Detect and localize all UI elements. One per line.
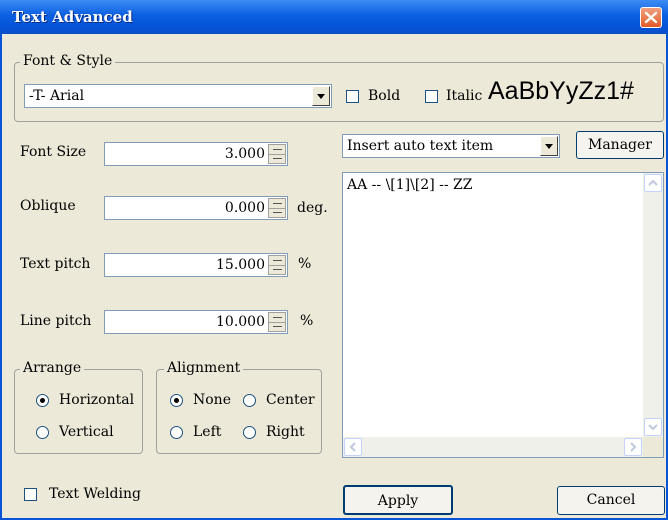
font-size-spinner[interactable]	[268, 144, 286, 164]
align-none-label: None	[193, 392, 231, 408]
align-left-label: Left	[193, 424, 222, 440]
apply-button-label: Apply	[377, 493, 419, 509]
text-pitch-label: Text pitch	[20, 256, 91, 272]
font-select-value: -T- Arial	[29, 88, 85, 104]
text-welding-checkbox[interactable]	[24, 488, 37, 501]
arrange-horizontal-label: Horizontal	[59, 392, 135, 408]
chevron-down-icon[interactable]	[312, 86, 330, 106]
scroll-left-button[interactable]	[344, 438, 362, 456]
align-left-radio[interactable]	[170, 426, 183, 439]
oblique-input[interactable]: 0.000	[104, 196, 288, 220]
chevron-up-icon	[648, 179, 658, 186]
font-size-label: Font Size	[20, 144, 87, 160]
text-content-value: AA -- \[1]\[2] -- ZZ	[347, 177, 473, 193]
line-pitch-input[interactable]: 10.000	[104, 310, 288, 334]
bold-label: Bold	[368, 88, 401, 104]
text-pitch-spinner[interactable]	[268, 255, 286, 275]
align-right-label: Right	[266, 424, 305, 440]
scroll-right-button[interactable]	[624, 438, 642, 456]
italic-label: Italic	[446, 88, 483, 104]
arrange-group	[14, 369, 143, 454]
font-sample-preview: AaBbYyZz1#	[488, 77, 634, 105]
oblique-unit: deg.	[297, 200, 328, 216]
oblique-label: Oblique	[20, 198, 76, 214]
manager-button[interactable]: Manager	[576, 131, 664, 159]
font-size-value: 3.000	[224, 146, 265, 162]
cancel-button-label: Cancel	[586, 492, 636, 508]
title-bar: Text Advanced	[0, 0, 668, 34]
auto-text-select[interactable]: Insert auto text item	[342, 134, 560, 158]
manager-button-label: Manager	[588, 137, 652, 153]
text-pitch-input[interactable]: 15.000	[104, 253, 288, 277]
line-pitch-spinner[interactable]	[268, 312, 286, 332]
line-pitch-unit: %	[300, 313, 314, 329]
auto-text-select-value: Insert auto text item	[347, 138, 494, 154]
apply-button[interactable]: Apply	[343, 485, 453, 515]
chevron-left-icon	[349, 442, 356, 452]
vertical-scrollbar[interactable]	[643, 173, 663, 437]
text-pitch-value: 15.000	[216, 257, 265, 273]
close-icon	[644, 11, 658, 24]
chevron-down-icon	[648, 424, 658, 431]
chevron-down-icon[interactable]	[540, 136, 558, 156]
cancel-button[interactable]: Cancel	[557, 486, 665, 515]
line-pitch-label: Line pitch	[20, 313, 92, 329]
font-size-input[interactable]: 3.000	[104, 142, 288, 166]
chevron-right-icon	[630, 442, 637, 452]
font-style-legend: Font & Style	[20, 53, 116, 69]
align-center-label: Center	[266, 392, 315, 408]
scroll-down-button[interactable]	[644, 418, 662, 436]
italic-checkbox[interactable]	[425, 90, 438, 103]
alignment-legend: Alignment	[164, 360, 244, 376]
text-content-area[interactable]: AA -- \[1]\[2] -- ZZ	[342, 172, 664, 458]
close-button[interactable]	[640, 7, 662, 28]
text-welding-label: Text Welding	[49, 486, 141, 502]
bold-checkbox[interactable]	[346, 90, 359, 103]
scroll-corner	[643, 437, 663, 457]
line-pitch-value: 10.000	[216, 314, 265, 330]
scroll-up-button[interactable]	[644, 174, 662, 192]
alignment-group	[156, 369, 322, 454]
arrange-vertical-label: Vertical	[59, 424, 114, 440]
arrange-horizontal-radio[interactable]	[36, 394, 49, 407]
align-right-radio[interactable]	[243, 426, 256, 439]
window-title: Text Advanced	[12, 8, 133, 26]
oblique-spinner[interactable]	[268, 198, 286, 218]
oblique-value: 0.000	[224, 200, 265, 216]
arrange-legend: Arrange	[20, 360, 85, 376]
text-pitch-unit: %	[298, 256, 312, 272]
arrange-vertical-radio[interactable]	[36, 426, 49, 439]
align-none-radio[interactable]	[170, 394, 183, 407]
horizontal-scrollbar[interactable]	[343, 437, 643, 457]
font-select[interactable]: -T- Arial	[24, 84, 332, 108]
align-center-radio[interactable]	[243, 394, 256, 407]
